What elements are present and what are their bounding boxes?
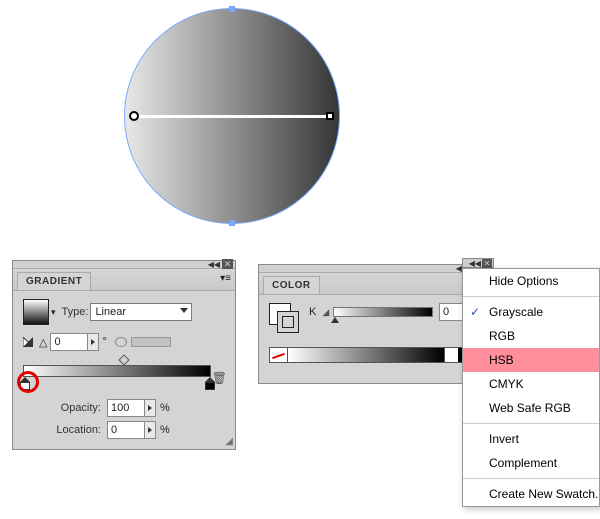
menu-item-label: Invert xyxy=(489,432,519,446)
gradient-annotator-end[interactable] xyxy=(326,112,334,120)
gradient-ramp[interactable]: 🗑 xyxy=(23,361,225,391)
canvas-gradient-circle[interactable] xyxy=(124,8,340,224)
menu-separator xyxy=(463,423,599,424)
gradient-panel: ◀◀ ✕ GRADIENT ▾≡ ▾ Type: Linear △ 0 ° xyxy=(12,260,236,450)
slider-tri-icon: ◢ xyxy=(322,307,329,318)
opacity-stepper[interactable] xyxy=(144,399,156,417)
trash-icon[interactable]: 🗑 xyxy=(212,371,227,385)
k-slider-thumb[interactable] xyxy=(331,317,339,323)
menu-item-label: HSB xyxy=(489,353,514,367)
gradient-annotator-line[interactable] xyxy=(135,115,329,118)
reverse-gradient-icon[interactable] xyxy=(23,337,33,347)
location-percent: % xyxy=(160,424,170,436)
menu-item-web-safe-rgb[interactable]: Web Safe RGB xyxy=(463,396,599,420)
check-icon: ✓ xyxy=(470,305,480,319)
degree-label: ° xyxy=(102,336,106,348)
menu-item-cmyk[interactable]: CMYK xyxy=(463,372,599,396)
chevron-down-icon xyxy=(180,308,188,313)
swatch-dropdown-icon[interactable]: ▾ xyxy=(51,307,56,318)
menu-item-label: RGB xyxy=(489,329,515,343)
k-channel-label: K xyxy=(309,306,316,318)
angle-stepper[interactable] xyxy=(87,333,99,351)
gradient-panel-tabbar: GRADIENT ▾≡ xyxy=(13,269,235,291)
context-menu-header[interactable]: ◀◀ ✕ xyxy=(462,258,494,268)
menu-item-label: Grayscale xyxy=(489,305,543,319)
fill-stroke-proxy[interactable] xyxy=(269,303,299,333)
none-color-icon[interactable] xyxy=(270,348,288,362)
menu-item-create-new-swatch[interactable]: Create New Swatch... xyxy=(463,482,599,506)
angle-input[interactable]: 0 xyxy=(50,333,88,351)
color-panel-flyout-menu: Hide Options ✓ Grayscale RGB HSB CMYK Web Safe… xyxy=(462,268,600,507)
menu-item-label: Web Safe RGB xyxy=(489,401,571,415)
k-slider[interactable] xyxy=(333,307,433,317)
menu-separator xyxy=(463,296,599,297)
menu-item-rgb[interactable]: RGB xyxy=(463,324,599,348)
color-panel: ◀◀ ✕ COLOR ▾≡ K ◢ 0 ◢ xyxy=(258,264,484,384)
gradient-annotator-start[interactable] xyxy=(129,111,139,121)
type-select-value: Linear xyxy=(95,306,126,318)
gradient-tab[interactable]: GRADIENT xyxy=(17,272,91,290)
midpoint-diamond[interactable] xyxy=(118,354,129,365)
color-panel-titlebar[interactable]: ◀◀ ✕ xyxy=(259,265,483,273)
bbox-handle-top[interactable] xyxy=(229,6,235,12)
gradient-ramp-bar[interactable] xyxy=(23,365,211,377)
gradient-circle-shape xyxy=(124,8,340,224)
menu-item-hide-options[interactable]: Hide Options xyxy=(463,269,599,293)
gradient-stop-white[interactable] xyxy=(20,377,30,389)
type-select[interactable]: Linear xyxy=(90,303,192,321)
opacity-label: Opacity: xyxy=(45,402,101,414)
angle-icon: △ xyxy=(39,336,47,349)
aspect-icon xyxy=(115,337,127,347)
location-input[interactable]: 0 xyxy=(107,421,145,439)
color-tab[interactable]: COLOR xyxy=(263,276,320,294)
location-stepper[interactable] xyxy=(144,421,156,439)
collapse-icon[interactable]: ◀◀ xyxy=(208,260,220,269)
color-panel-tabbar: COLOR ▾≡ xyxy=(259,273,483,295)
location-label: Location: xyxy=(45,424,101,436)
opacity-percent: % xyxy=(160,402,170,414)
gradient-panel-titlebar[interactable]: ◀◀ ✕ xyxy=(13,261,235,269)
menu-item-invert[interactable]: Invert xyxy=(463,427,599,451)
close-icon[interactable]: ✕ xyxy=(482,259,492,268)
menu-item-hsb[interactable]: HSB xyxy=(463,348,599,372)
panel-menu-icon[interactable]: ▾≡ xyxy=(220,273,231,284)
grayscale-ramp[interactable] xyxy=(288,348,444,362)
bbox-handle-bottom[interactable] xyxy=(229,220,235,226)
white-swatch[interactable] xyxy=(444,348,458,362)
menu-item-label: Create New Swatch... xyxy=(489,487,599,501)
gradient-preview-swatch[interactable] xyxy=(23,299,49,325)
resize-grip-icon[interactable]: ◢ xyxy=(225,436,233,447)
menu-item-complement[interactable]: Complement xyxy=(463,451,599,475)
opacity-input[interactable]: 100 xyxy=(107,399,145,417)
menu-separator xyxy=(463,478,599,479)
menu-item-label: CMYK xyxy=(489,377,524,391)
stroke-swatch[interactable] xyxy=(277,311,299,333)
type-label: Type: xyxy=(62,306,89,318)
collapse-icon[interactable]: ◀◀ xyxy=(469,259,481,268)
menu-item-grayscale[interactable]: ✓ Grayscale xyxy=(463,300,599,324)
menu-item-label: Hide Options xyxy=(489,274,558,288)
menu-item-label: Complement xyxy=(489,456,557,470)
color-spectrum-bar[interactable] xyxy=(269,347,473,363)
aspect-value-bar[interactable] xyxy=(131,337,171,347)
